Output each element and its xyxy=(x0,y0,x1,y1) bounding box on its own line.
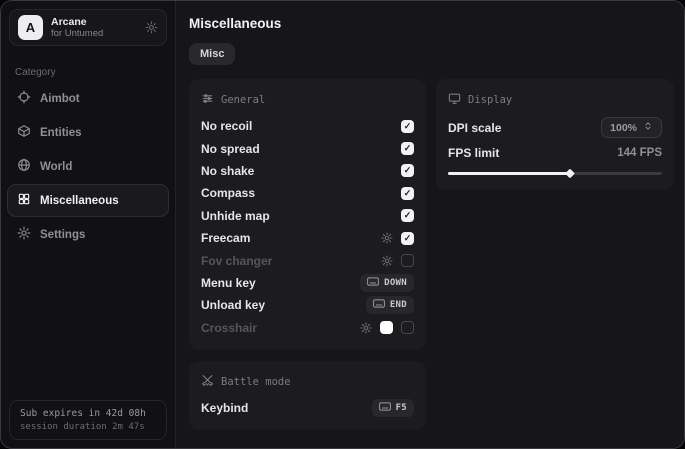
checkbox-checked[interactable]: ✓ xyxy=(401,164,414,177)
slider-thumb[interactable] xyxy=(565,169,575,179)
setting-row-no-recoil: No recoil ✓ xyxy=(201,115,414,137)
setting-row-unload-key: Unload key END xyxy=(201,294,414,316)
setting-row-compass: Compass ✓ xyxy=(201,182,414,204)
panel-title: Battle mode xyxy=(221,376,291,388)
panel-title: General xyxy=(221,94,265,106)
tab-misc[interactable]: Misc xyxy=(189,43,235,65)
color-swatch[interactable] xyxy=(380,321,393,334)
gear-icon[interactable] xyxy=(381,255,393,267)
setting-label: Crosshair xyxy=(201,321,257,335)
battle-mode-panel-header: Battle mode xyxy=(201,374,414,390)
crosshair-icon xyxy=(17,90,31,107)
sidebar-item-label: Entities xyxy=(40,127,82,139)
setting-label: Freecam xyxy=(201,231,250,245)
general-panel-header: General xyxy=(201,92,414,108)
sidebar-item-label: Settings xyxy=(40,229,85,241)
sidebar-item-label: World xyxy=(40,161,72,173)
setting-label: Fov changer xyxy=(201,254,272,268)
app-window: A Arcane for Untumed Category Aimbot Ent… xyxy=(0,0,685,449)
setting-label: Unhide map xyxy=(201,209,270,223)
subscription-card: Sub expires in 42d 08h session duration … xyxy=(9,400,167,440)
keyboard-icon xyxy=(379,402,391,414)
setting-label: Unload key xyxy=(201,298,265,312)
panel-title: Display xyxy=(468,94,512,106)
header-gear-icon[interactable] xyxy=(145,21,158,34)
setting-label: No spread xyxy=(201,142,260,156)
sidebar-nav: Aimbot Entities World Miscellaneous Sett… xyxy=(1,81,175,251)
main-content: Miscellaneous Misc General No recoil ✓ N… xyxy=(176,1,685,448)
sidebar-item-settings[interactable]: Settings xyxy=(7,218,169,251)
sliders-icon xyxy=(201,92,214,108)
checkbox-checked[interactable]: ✓ xyxy=(401,232,414,245)
slider-fill xyxy=(448,172,570,175)
app-logo: A xyxy=(18,15,43,40)
dpi-scale-select[interactable]: 100% xyxy=(601,117,662,138)
sidebar-item-miscellaneous[interactable]: Miscellaneous xyxy=(7,184,169,217)
checkbox-checked[interactable]: ✓ xyxy=(401,120,414,133)
setting-row-unhide-map: Unhide map ✓ xyxy=(201,205,414,227)
app-name: Arcane xyxy=(51,16,103,29)
checkbox-checked[interactable]: ✓ xyxy=(401,187,414,200)
keybind-value: END xyxy=(390,300,407,310)
sub-expires-text: Sub expires in 42d 08h xyxy=(20,408,156,419)
gear-icon[interactable] xyxy=(381,232,393,244)
checkbox-unchecked[interactable] xyxy=(401,254,414,267)
display-panel: Display DPI scale 100% FPS limit 144 FPS xyxy=(436,79,674,190)
setting-label: FPS limit xyxy=(448,146,499,160)
swords-icon xyxy=(201,374,214,390)
globe-icon xyxy=(17,158,31,175)
setting-label: DPI scale xyxy=(448,121,501,135)
setting-row-crosshair: Crosshair xyxy=(201,317,414,339)
sidebar-item-label: Miscellaneous xyxy=(40,195,119,207)
setting-row-keybind: Keybind F5 xyxy=(201,397,414,419)
setting-row-fov-changer: Fov changer xyxy=(201,249,414,271)
setting-label: No shake xyxy=(201,164,254,178)
general-panel: General No recoil ✓ No spread ✓ No shake… xyxy=(189,79,426,350)
keyboard-icon xyxy=(367,277,379,289)
category-label: Category xyxy=(15,67,161,78)
keybind-button[interactable]: DOWN xyxy=(360,274,414,292)
keybind-value: DOWN xyxy=(384,278,407,288)
app-header-card: A Arcane for Untumed xyxy=(9,9,167,46)
keybind-button[interactable]: END xyxy=(366,296,414,314)
keybind-button[interactable]: F5 xyxy=(372,399,414,417)
display-panel-header: Display xyxy=(448,92,662,108)
setting-row-freecam: Freecam ✓ xyxy=(201,227,414,249)
checkbox-unchecked[interactable] xyxy=(401,321,414,334)
setting-label: Menu key xyxy=(201,276,256,290)
setting-row-fps-limit: FPS limit 144 FPS xyxy=(448,140,662,165)
monitor-icon xyxy=(448,92,461,108)
setting-label: No recoil xyxy=(201,119,252,133)
gear-icon[interactable] xyxy=(360,322,372,334)
fps-limit-value: 144 FPS xyxy=(617,147,662,159)
setting-label: Compass xyxy=(201,186,255,200)
fps-limit-slider[interactable] xyxy=(448,168,662,179)
app-subtitle: for Untumed xyxy=(51,28,103,39)
battle-mode-panel: Battle mode Keybind F5 xyxy=(189,361,426,430)
sidebar-item-world[interactable]: World xyxy=(7,150,169,183)
cube-icon xyxy=(17,124,31,141)
app-title-block: Arcane for Untumed xyxy=(51,16,103,40)
chevron-updown-icon xyxy=(643,121,653,134)
sidebar-item-entities[interactable]: Entities xyxy=(7,116,169,149)
sidebar-item-aimbot[interactable]: Aimbot xyxy=(7,82,169,115)
dpi-scale-value: 100% xyxy=(610,122,637,134)
keybind-value: F5 xyxy=(396,403,407,413)
sidebar: A Arcane for Untumed Category Aimbot Ent… xyxy=(1,1,176,448)
setting-row-menu-key: Menu key DOWN xyxy=(201,272,414,294)
grid-icon xyxy=(17,192,31,209)
setting-label: Keybind xyxy=(201,401,248,415)
keyboard-icon xyxy=(373,299,385,311)
setting-row-no-shake: No shake ✓ xyxy=(201,160,414,182)
checkbox-checked[interactable]: ✓ xyxy=(401,142,414,155)
gear-icon xyxy=(17,226,31,243)
sidebar-item-label: Aimbot xyxy=(40,93,80,105)
session-duration-text: session duration 2m 47s xyxy=(20,422,156,432)
page-title: Miscellaneous xyxy=(189,16,674,31)
checkbox-checked[interactable]: ✓ xyxy=(401,209,414,222)
setting-row-no-spread: No spread ✓ xyxy=(201,137,414,159)
setting-row-dpi-scale: DPI scale 100% xyxy=(448,115,662,140)
